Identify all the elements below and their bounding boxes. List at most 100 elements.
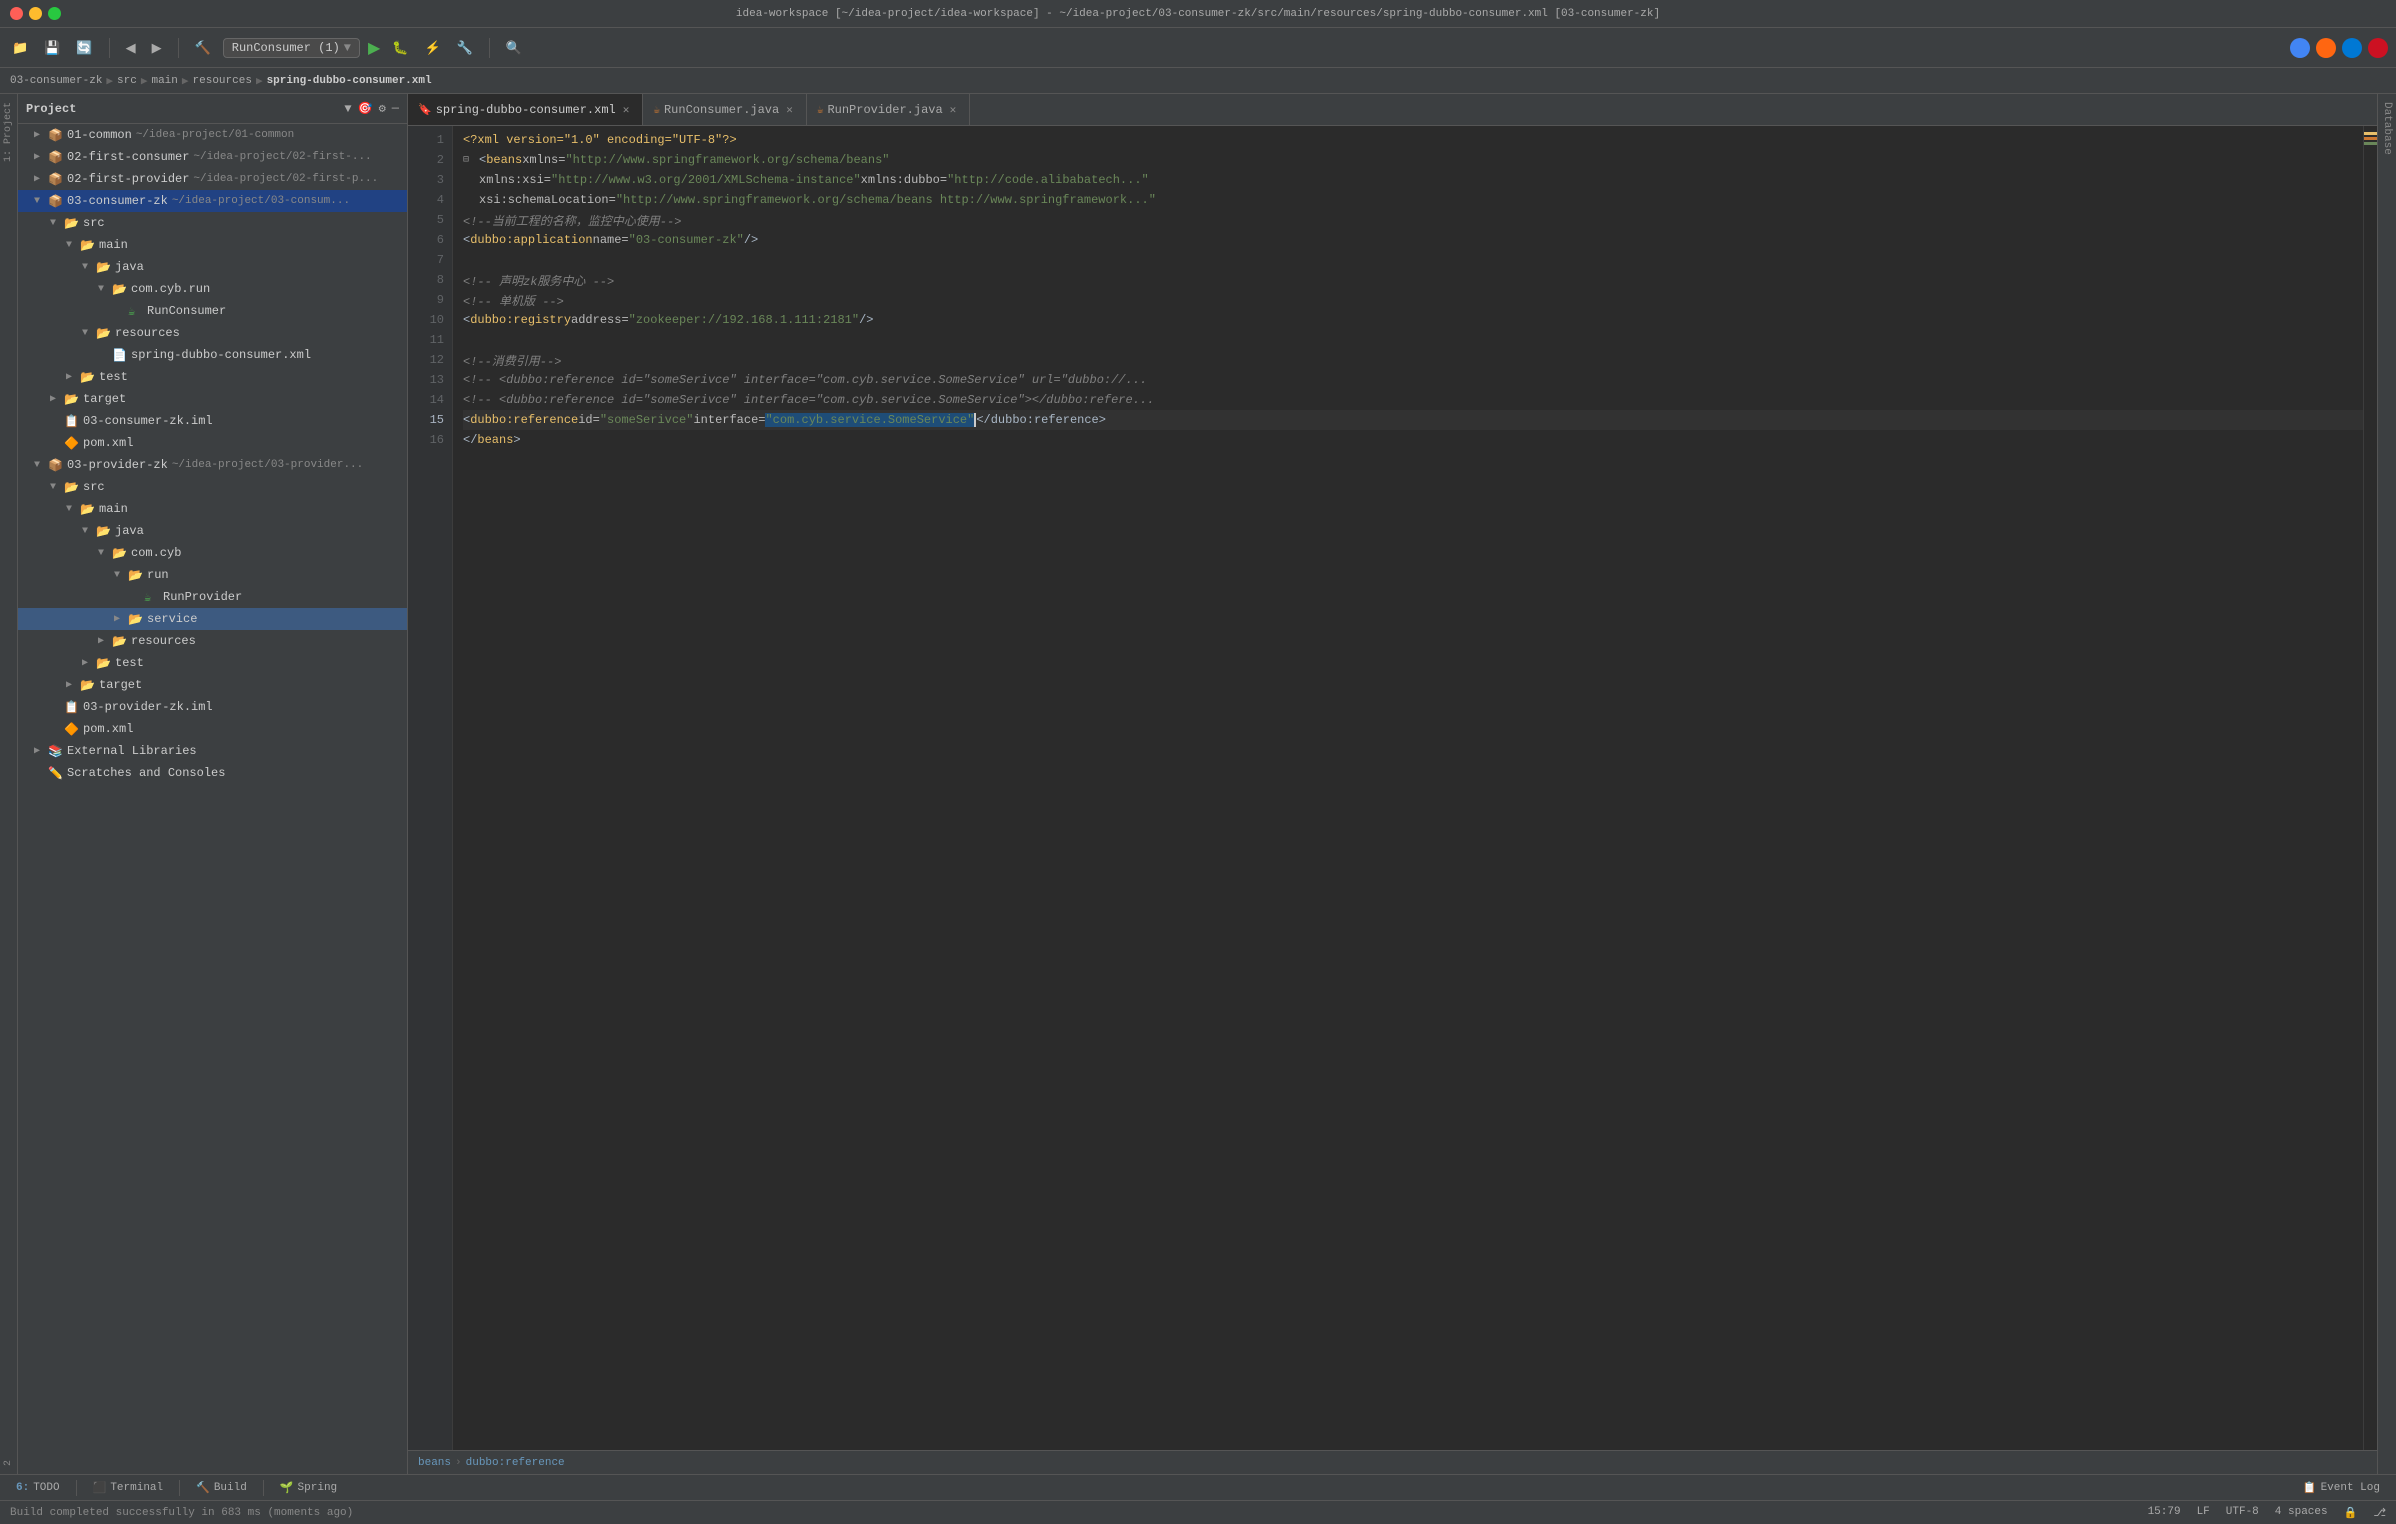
tab-spring-dubbo-consumer[interactable]: 🔖 spring-dubbo-consumer.xml ✕ bbox=[408, 94, 643, 126]
line-num-13: 13 bbox=[408, 370, 452, 390]
chrome-icon[interactable] bbox=[2290, 38, 2310, 58]
tree-item-01-common[interactable]: ▶ 📦 01-common ~/idea-project/01-common bbox=[18, 124, 407, 146]
tree-item-02-first-consumer[interactable]: ▶ 📦 02-first-consumer ~/idea-project/02-… bbox=[18, 146, 407, 168]
tree-item-03-consumer-zk[interactable]: ▼ 📦 03-consumer-zk ~/idea-project/03-con… bbox=[18, 190, 407, 212]
tree-item-pom-xml-provider[interactable]: 🔶 pom.xml bbox=[18, 718, 407, 740]
profile-btn[interactable]: 🔧 bbox=[453, 38, 477, 58]
project-btn[interactable]: 📁 bbox=[8, 38, 32, 58]
breadcrumb-resources[interactable]: resources bbox=[193, 75, 252, 87]
code-line-13: <!-- <dubbo:reference id="someSerivce" i… bbox=[463, 370, 2367, 390]
terminal-icon: ⬛ bbox=[93, 1481, 107, 1495]
favorites-2[interactable]: 2 bbox=[1, 1452, 16, 1474]
spring-btn[interactable]: 🌱 Spring bbox=[272, 1479, 345, 1497]
encoding[interactable]: UTF-8 bbox=[2226, 1506, 2259, 1520]
tree-item-provider-resources[interactable]: ▶ 📂 resources bbox=[18, 630, 407, 652]
dropdown-icon: ▼ bbox=[344, 41, 351, 55]
sidebar-dropdown-icon[interactable]: ▼ bbox=[344, 102, 351, 116]
tree-item-03-provider-iml[interactable]: 📋 03-provider-zk.iml bbox=[18, 696, 407, 718]
breadcrumb-file[interactable]: spring-dubbo-consumer.xml bbox=[267, 75, 432, 87]
tree-item-03-consumer-iml[interactable]: 📋 03-consumer-zk.iml bbox=[18, 410, 407, 432]
tree-item-provider-src[interactable]: ▼ 📂 src bbox=[18, 476, 407, 498]
breadcrumb-main[interactable]: main bbox=[151, 75, 177, 87]
tab-run-consumer[interactable]: ☕ RunConsumer.java ✕ bbox=[643, 94, 806, 126]
minimize-btn[interactable] bbox=[29, 7, 42, 20]
code-bc-beans[interactable]: beans bbox=[418, 1457, 451, 1469]
tab-close-run-consumer[interactable]: ✕ bbox=[783, 102, 796, 118]
tree-item-provider-run[interactable]: ▼ 📂 run bbox=[18, 564, 407, 586]
code-bc-dubbo-ref[interactable]: dubbo:reference bbox=[466, 1457, 565, 1469]
collapse-icon[interactable]: — bbox=[392, 101, 399, 116]
tree-item-src[interactable]: ▼ 📂 src bbox=[18, 212, 407, 234]
tree-item-run-consumer[interactable]: ☕ RunConsumer bbox=[18, 300, 407, 322]
code-line-15: <dubbo:reference id="someSerivce" interf… bbox=[463, 410, 2367, 430]
line-num-3: 3 bbox=[408, 170, 452, 190]
firefox-icon[interactable] bbox=[2316, 38, 2336, 58]
code-line-9: <!-- 单机版 --> bbox=[463, 290, 2367, 310]
tree-item-provider-test[interactable]: ▶ 📂 test bbox=[18, 652, 407, 674]
back-btn[interactable]: ◀ bbox=[122, 38, 140, 58]
build-btn[interactable]: 🔨 Build bbox=[188, 1479, 255, 1497]
title-bar: idea-workspace [~/idea-project/idea-work… bbox=[0, 0, 2396, 28]
code-line-12: <!--消费引用--> bbox=[463, 350, 2367, 370]
line-num-16: 16 bbox=[408, 430, 452, 450]
todo-btn[interactable]: 6: TODO bbox=[8, 1480, 68, 1496]
lock-icon[interactable]: 🔒 bbox=[2344, 1506, 2358, 1520]
tab-close-spring-dubbo[interactable]: ✕ bbox=[620, 102, 633, 118]
forward-icon: ▶ bbox=[152, 40, 162, 56]
git-icon[interactable]: ⎇ bbox=[2373, 1506, 2386, 1520]
tree-item-03-provider-zk[interactable]: ▼ 📦 03-provider-zk ~/idea-project/03-pro… bbox=[18, 454, 407, 476]
locate-icon[interactable]: 🎯 bbox=[358, 101, 373, 116]
breadcrumb-src[interactable]: src bbox=[117, 75, 137, 87]
line-num-1: 1 bbox=[408, 130, 452, 150]
settings-icon[interactable]: ⚙ bbox=[379, 101, 386, 116]
find-btn[interactable]: 🔍 bbox=[502, 38, 526, 58]
tree-item-com-cyb-run[interactable]: ▼ 📂 com.cyb.run bbox=[18, 278, 407, 300]
debug-btn[interactable]: 🐛 bbox=[388, 38, 412, 58]
build-status: Build completed successfully in 683 ms (… bbox=[10, 1507, 353, 1519]
line-num-7: 7 bbox=[408, 250, 452, 270]
tree-item-provider-target[interactable]: ▶ 📂 target bbox=[18, 674, 407, 696]
terminal-btn[interactable]: ⬛ Terminal bbox=[85, 1479, 172, 1497]
breadcrumb-module[interactable]: 03-consumer-zk bbox=[10, 75, 102, 87]
tree-item-service[interactable]: ▶ 📂 service bbox=[18, 608, 407, 630]
run-btn[interactable]: ▶ bbox=[368, 38, 380, 58]
close-btn[interactable] bbox=[10, 7, 23, 20]
tree-item-java[interactable]: ▼ 📂 java bbox=[18, 256, 407, 278]
favorites-1[interactable]: 1: Project bbox=[1, 94, 16, 170]
indent-size[interactable]: 4 spaces bbox=[2275, 1506, 2328, 1520]
window-controls bbox=[10, 7, 61, 20]
coverage-btn[interactable]: ⚡ bbox=[420, 38, 444, 58]
tree-item-spring-dubbo-xml[interactable]: 📄 spring-dubbo-consumer.xml bbox=[18, 344, 407, 366]
opera-icon[interactable] bbox=[2368, 38, 2388, 58]
tree-item-pom-xml-consumer[interactable]: 🔶 pom.xml bbox=[18, 432, 407, 454]
tab-run-provider[interactable]: ☕ RunProvider.java ✕ bbox=[807, 94, 970, 126]
build-action-btn[interactable]: 🔨 bbox=[191, 38, 215, 58]
tree-item-test[interactable]: ▶ 📂 test bbox=[18, 366, 407, 388]
save-btn[interactable]: 💾 bbox=[40, 38, 64, 58]
code-line-16: </beans> bbox=[463, 430, 2367, 450]
sync-btn[interactable]: 🔄 bbox=[72, 38, 96, 58]
code-editor[interactable]: 1 2 3 4 5 6 7 8 9 10 11 12 13 14 15 16 bbox=[408, 126, 2377, 1450]
edge-icon[interactable] bbox=[2342, 38, 2362, 58]
maximize-btn[interactable] bbox=[48, 7, 61, 20]
spring-label: Spring bbox=[298, 1482, 338, 1494]
tree-item-provider-main[interactable]: ▼ 📂 main bbox=[18, 498, 407, 520]
tree-item-target[interactable]: ▶ 📂 target bbox=[18, 388, 407, 410]
line-num-5: 5 bbox=[408, 210, 452, 230]
run-config-selector[interactable]: RunConsumer (1) ▼ bbox=[223, 38, 360, 58]
tree-item-com-cyb[interactable]: ▼ 📂 com.cyb bbox=[18, 542, 407, 564]
tree-item-resources[interactable]: ▼ 📂 resources bbox=[18, 322, 407, 344]
cursor-position[interactable]: 15:79 bbox=[2148, 1506, 2181, 1520]
tree-item-external-libs[interactable]: ▶ 📚 External Libraries bbox=[18, 740, 407, 762]
event-log-btn[interactable]: 📋 Event Log bbox=[2295, 1479, 2388, 1497]
line-ending[interactable]: LF bbox=[2197, 1506, 2210, 1520]
forward-btn[interactable]: ▶ bbox=[148, 38, 166, 58]
tree-item-main[interactable]: ▼ 📂 main bbox=[18, 234, 407, 256]
tab-close-run-provider[interactable]: ✕ bbox=[947, 102, 960, 118]
tree-item-02-first-provider[interactable]: ▶ 📦 02-first-provider ~/idea-project/02-… bbox=[18, 168, 407, 190]
tree-item-provider-java[interactable]: ▼ 📂 java bbox=[18, 520, 407, 542]
code-content[interactable]: <?xml version="1.0" encoding="UTF-8"?> ⊟… bbox=[453, 126, 2377, 1450]
tree-item-scratches[interactable]: ✏️ Scratches and Consoles bbox=[18, 762, 407, 784]
tree-item-run-provider[interactable]: ☕ RunProvider bbox=[18, 586, 407, 608]
database-panel[interactable]: Database bbox=[2377, 94, 2396, 1474]
